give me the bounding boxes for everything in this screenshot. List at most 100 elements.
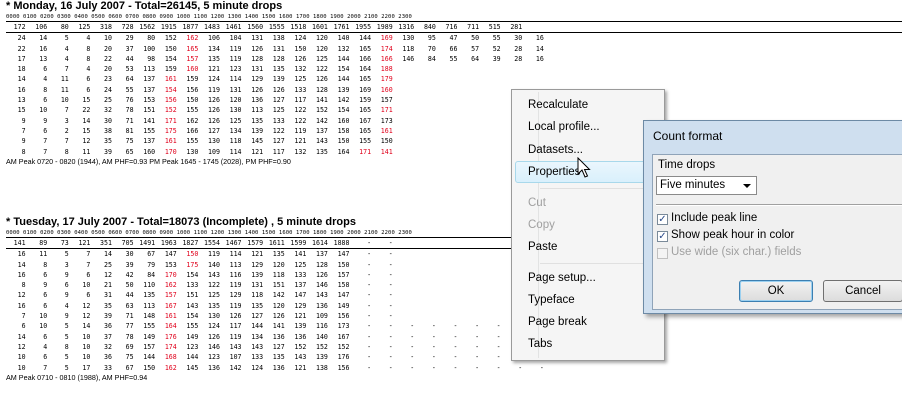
hourly-total-cell: - bbox=[367, 239, 372, 247]
count-cell: 78 bbox=[125, 106, 134, 115]
count-cell: 120 bbox=[315, 34, 328, 43]
count-cell: 80 bbox=[147, 34, 156, 43]
count-cell: 6 bbox=[86, 291, 91, 300]
menu-item-datasets[interactable]: Datasets... bbox=[528, 143, 583, 157]
count-cell: 5 bbox=[64, 363, 69, 372]
count-cell: 12 bbox=[17, 342, 26, 351]
count-cell: 157 bbox=[380, 96, 393, 105]
count-cell: 147 bbox=[294, 291, 307, 300]
hourly-total-cell: 1614 bbox=[312, 239, 328, 247]
count-cell: - bbox=[388, 342, 393, 351]
count-cell: 121 bbox=[208, 65, 220, 74]
hourly-total-cell: 1562 bbox=[139, 23, 156, 31]
count-cell: 6 bbox=[86, 75, 91, 84]
menu-item-paste[interactable]: Paste bbox=[528, 240, 557, 254]
hourly-total-cell: - bbox=[388, 239, 393, 247]
count-cell: 8 bbox=[21, 147, 26, 156]
count-cell: - bbox=[496, 363, 501, 372]
count-cell: 119 bbox=[208, 85, 220, 94]
count-cell: 140 bbox=[208, 260, 220, 269]
count-cell: - bbox=[367, 250, 372, 259]
count-cell: 174 bbox=[380, 44, 393, 53]
count-cell: - bbox=[431, 332, 436, 341]
menu-item-copy[interactable]: Copy bbox=[528, 218, 555, 232]
count-cell bbox=[481, 136, 503, 146]
count-cell: 146 bbox=[402, 54, 415, 63]
count-cell: 9 bbox=[64, 291, 69, 300]
count-cell: 30 bbox=[104, 116, 112, 125]
hourly-total-cell: 1877 bbox=[182, 23, 199, 31]
hourly-total-cell: 515 bbox=[488, 23, 501, 31]
count-cell: 116 bbox=[229, 270, 242, 279]
count-cell: 7 bbox=[64, 106, 69, 115]
table-row: 10 6 5 10 36 75 144 168 144 123 107 133 135 143 139 176… bbox=[6, 352, 902, 362]
count-cell: - bbox=[475, 363, 480, 372]
count-cell: 25 bbox=[104, 96, 112, 105]
hourly-total-cell: 1555 bbox=[268, 23, 285, 31]
menu-item-tabs[interactable]: Tabs bbox=[528, 337, 552, 351]
count-cell: - bbox=[388, 270, 393, 279]
count-cell: - bbox=[410, 332, 415, 341]
count-cell: 160 bbox=[143, 147, 156, 156]
count-cell: 52 bbox=[492, 44, 501, 53]
show-peak-hour-checkbox[interactable]: ✓ bbox=[657, 231, 668, 242]
count-cell: 150 bbox=[164, 44, 177, 53]
count-cell: 154 bbox=[164, 85, 177, 94]
count-cell: 122 bbox=[294, 106, 307, 115]
count-cell bbox=[481, 85, 503, 95]
count-cell: 159 bbox=[164, 65, 177, 74]
count-cell: 126 bbox=[251, 85, 264, 94]
count-cell: 63 bbox=[125, 301, 134, 310]
count-cell: 133 bbox=[294, 270, 307, 279]
count-cell: 12 bbox=[82, 301, 91, 310]
menu-item-page-break[interactable]: Page break bbox=[528, 315, 587, 329]
count-cell: 7 bbox=[64, 137, 69, 146]
menu-item-typeface[interactable]: Typeface bbox=[528, 293, 575, 307]
menu-item-page-setup[interactable]: Page setup... bbox=[528, 271, 596, 285]
time-drops-select[interactable]: Five minutes bbox=[656, 176, 757, 195]
count-cell bbox=[503, 64, 525, 74]
count-cell: 75 bbox=[125, 353, 134, 362]
cancel-button[interactable]: Cancel bbox=[823, 280, 902, 302]
count-cell: 139 bbox=[337, 85, 350, 94]
include-peak-line-checkbox[interactable]: ✓ bbox=[657, 214, 668, 225]
count-cell: - bbox=[367, 312, 372, 321]
menu-item-cut[interactable]: Cut bbox=[528, 196, 546, 210]
count-cell: - bbox=[388, 301, 393, 310]
count-cell bbox=[416, 74, 438, 84]
menu-item-recalculate[interactable]: Recalculate bbox=[528, 98, 588, 112]
count-cell bbox=[481, 249, 503, 259]
count-cell: 168 bbox=[164, 353, 177, 362]
count-cell: 15 bbox=[82, 126, 91, 135]
count-cell bbox=[438, 95, 460, 105]
count-cell: 81 bbox=[125, 126, 134, 135]
include-peak-line-label: Include peak line bbox=[671, 212, 758, 224]
ok-button[interactable]: OK bbox=[739, 280, 813, 302]
count-cell: 98 bbox=[147, 54, 156, 63]
count-cell: 3 bbox=[64, 116, 69, 125]
count-cell: 130 bbox=[208, 312, 220, 321]
count-cell: 154 bbox=[337, 106, 350, 115]
use-wide-fields-checkbox[interactable] bbox=[657, 248, 668, 259]
count-cell: - bbox=[410, 322, 415, 331]
count-cell: 7 bbox=[43, 137, 48, 146]
count-cell: 152 bbox=[164, 106, 177, 115]
count-cell: 160 bbox=[186, 65, 199, 74]
count-cell: 7 bbox=[43, 147, 48, 156]
count-cell: 137 bbox=[143, 137, 156, 146]
hours-header: 0000 0100 0200 0300 0400 0500 0600 0700 … bbox=[6, 14, 412, 20]
count-cell: 130 bbox=[208, 137, 220, 146]
menu-item-local-profile[interactable]: Local profile... bbox=[528, 120, 600, 134]
count-cell: 127 bbox=[272, 96, 285, 105]
count-cell: 150 bbox=[186, 96, 199, 105]
hourly-total-cell: 1888 bbox=[333, 239, 350, 247]
table-row: 16 8 11 6 24 55 137 154 156 119 131 126 126 133 128 139… bbox=[6, 85, 902, 95]
count-cell: 12 bbox=[17, 291, 26, 300]
count-cell: 144 bbox=[337, 75, 350, 84]
hourly-total-cell bbox=[481, 238, 503, 248]
count-cell: 10 bbox=[39, 322, 48, 331]
menu-item-properties[interactable]: Properties bbox=[528, 165, 580, 179]
count-cell: 39 bbox=[492, 54, 501, 63]
count-cell: 131 bbox=[229, 85, 242, 94]
count-cell bbox=[459, 74, 481, 84]
